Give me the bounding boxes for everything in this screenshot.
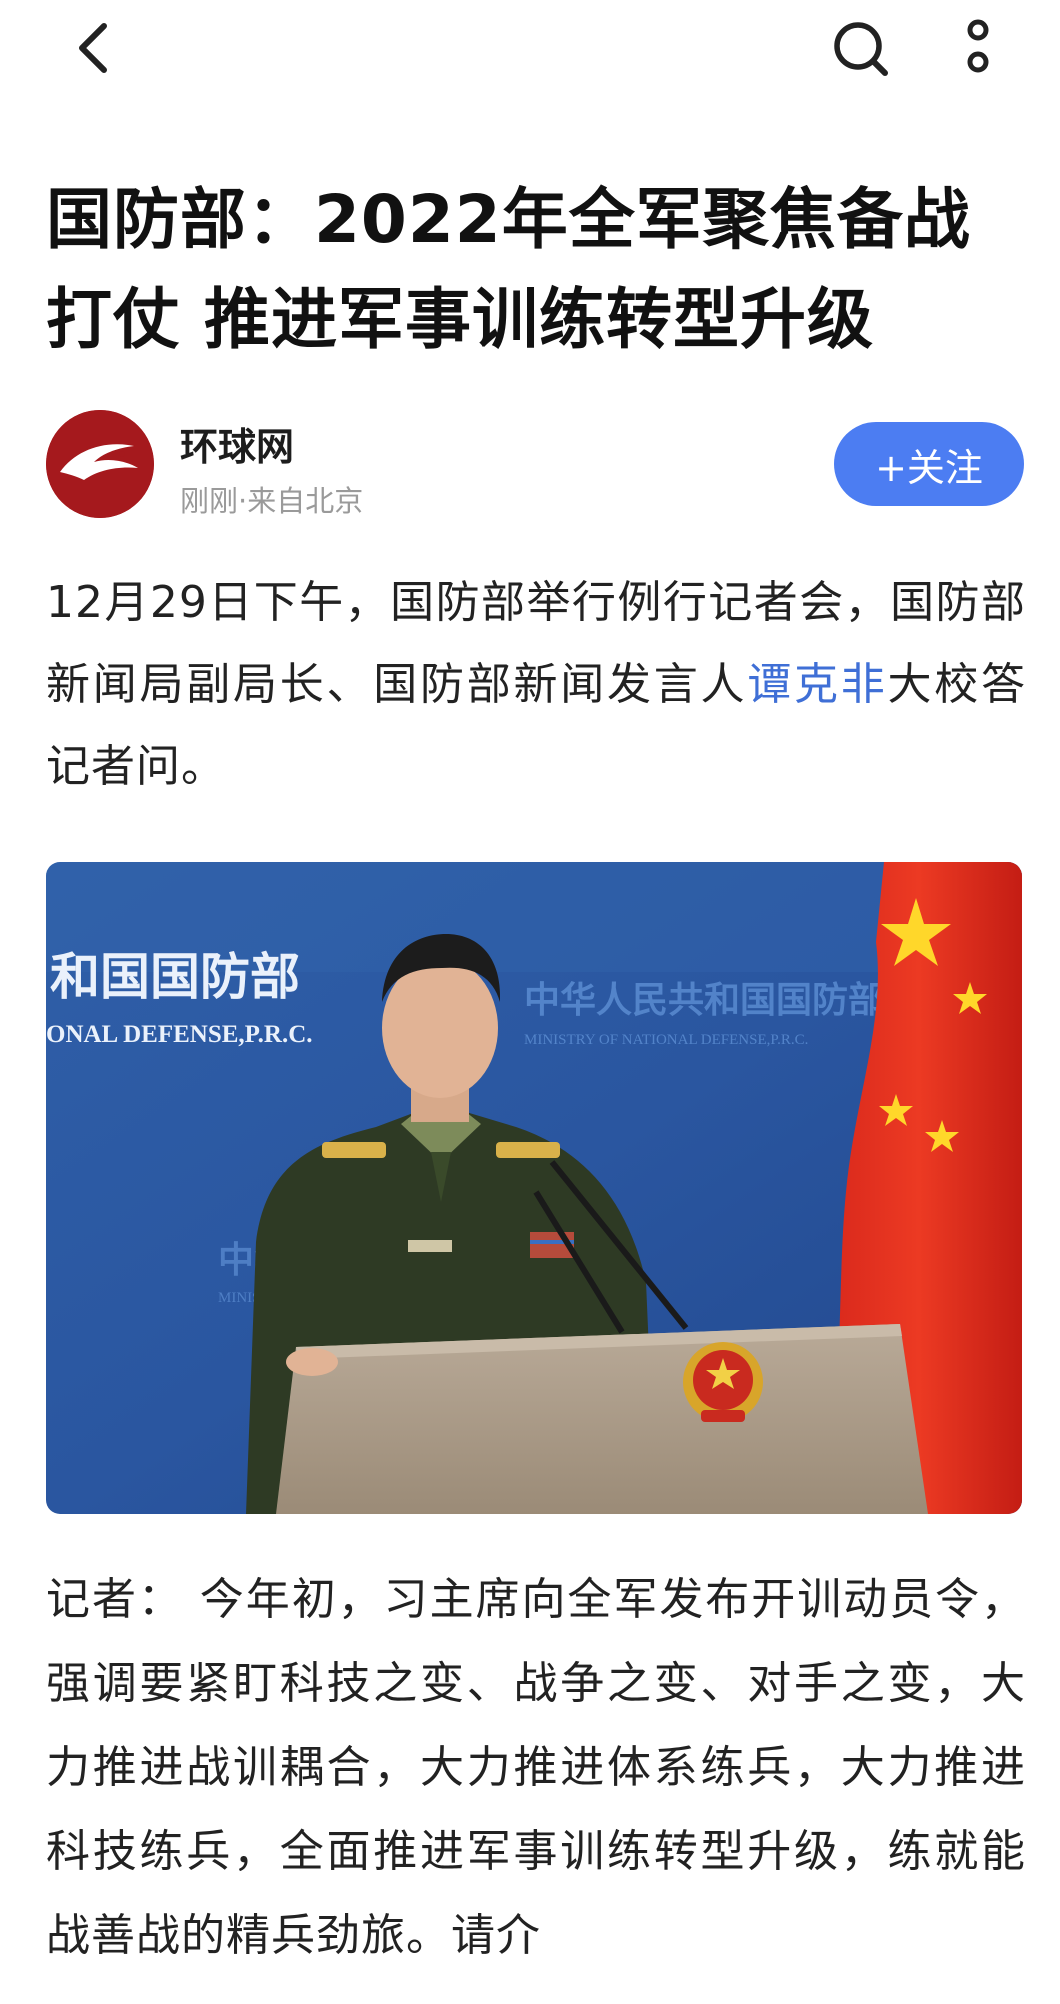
- author-avatar[interactable]: [46, 410, 154, 518]
- more-options-button[interactable]: [956, 14, 1000, 80]
- author-row: 环球网 刚刚·来自北京 +关注: [46, 410, 1026, 520]
- chevron-left-icon: [79, 23, 107, 73]
- article-title: 国防部：2022年全军聚焦备战打仗 推进军事训练转型升级: [46, 181, 971, 358]
- search-button[interactable]: [830, 16, 894, 80]
- author-meta: 刚刚·来自北京: [180, 484, 364, 518]
- follow-button[interactable]: +关注: [834, 422, 1024, 506]
- press-conference-photo: 和国国防部 ONAL DEFENSE,P.R.C. 中华人民共和国国防部 MIN…: [46, 862, 1022, 1514]
- back-button[interactable]: [66, 18, 126, 78]
- article-photo[interactable]: 和国国防部 ONAL DEFENSE,P.R.C. 中华人民共和国国防部 MIN…: [46, 862, 1022, 1514]
- search-icon: [834, 22, 888, 76]
- article-paragraph: 记者： 今年初，习主席向全军发布开训动员令，强调要紧盯科技之变、战争之变、对手之…: [46, 1574, 1026, 1961]
- backdrop-text: MINISTRY OF NATIONAL DEFENSE,P.R.C.: [524, 1032, 808, 1048]
- top-bar: [0, 0, 1060, 100]
- author-name[interactable]: 环球网: [180, 416, 294, 471]
- article-paragraph: 12月29日下午，国防部举行例行记者会，国防部新闻局副局长、国防部新闻发言人谭克…: [46, 562, 1026, 808]
- publisher-logo: [46, 410, 154, 518]
- person-link[interactable]: 谭克非: [747, 659, 887, 710]
- backdrop-text: 和国国防部: [50, 949, 300, 1005]
- more-vertical-icon: [967, 19, 989, 73]
- backdrop-text: 中华人民共和国国防部: [524, 980, 884, 1020]
- backdrop-text: ONAL DEFENSE,P.R.C.: [46, 1021, 313, 1048]
